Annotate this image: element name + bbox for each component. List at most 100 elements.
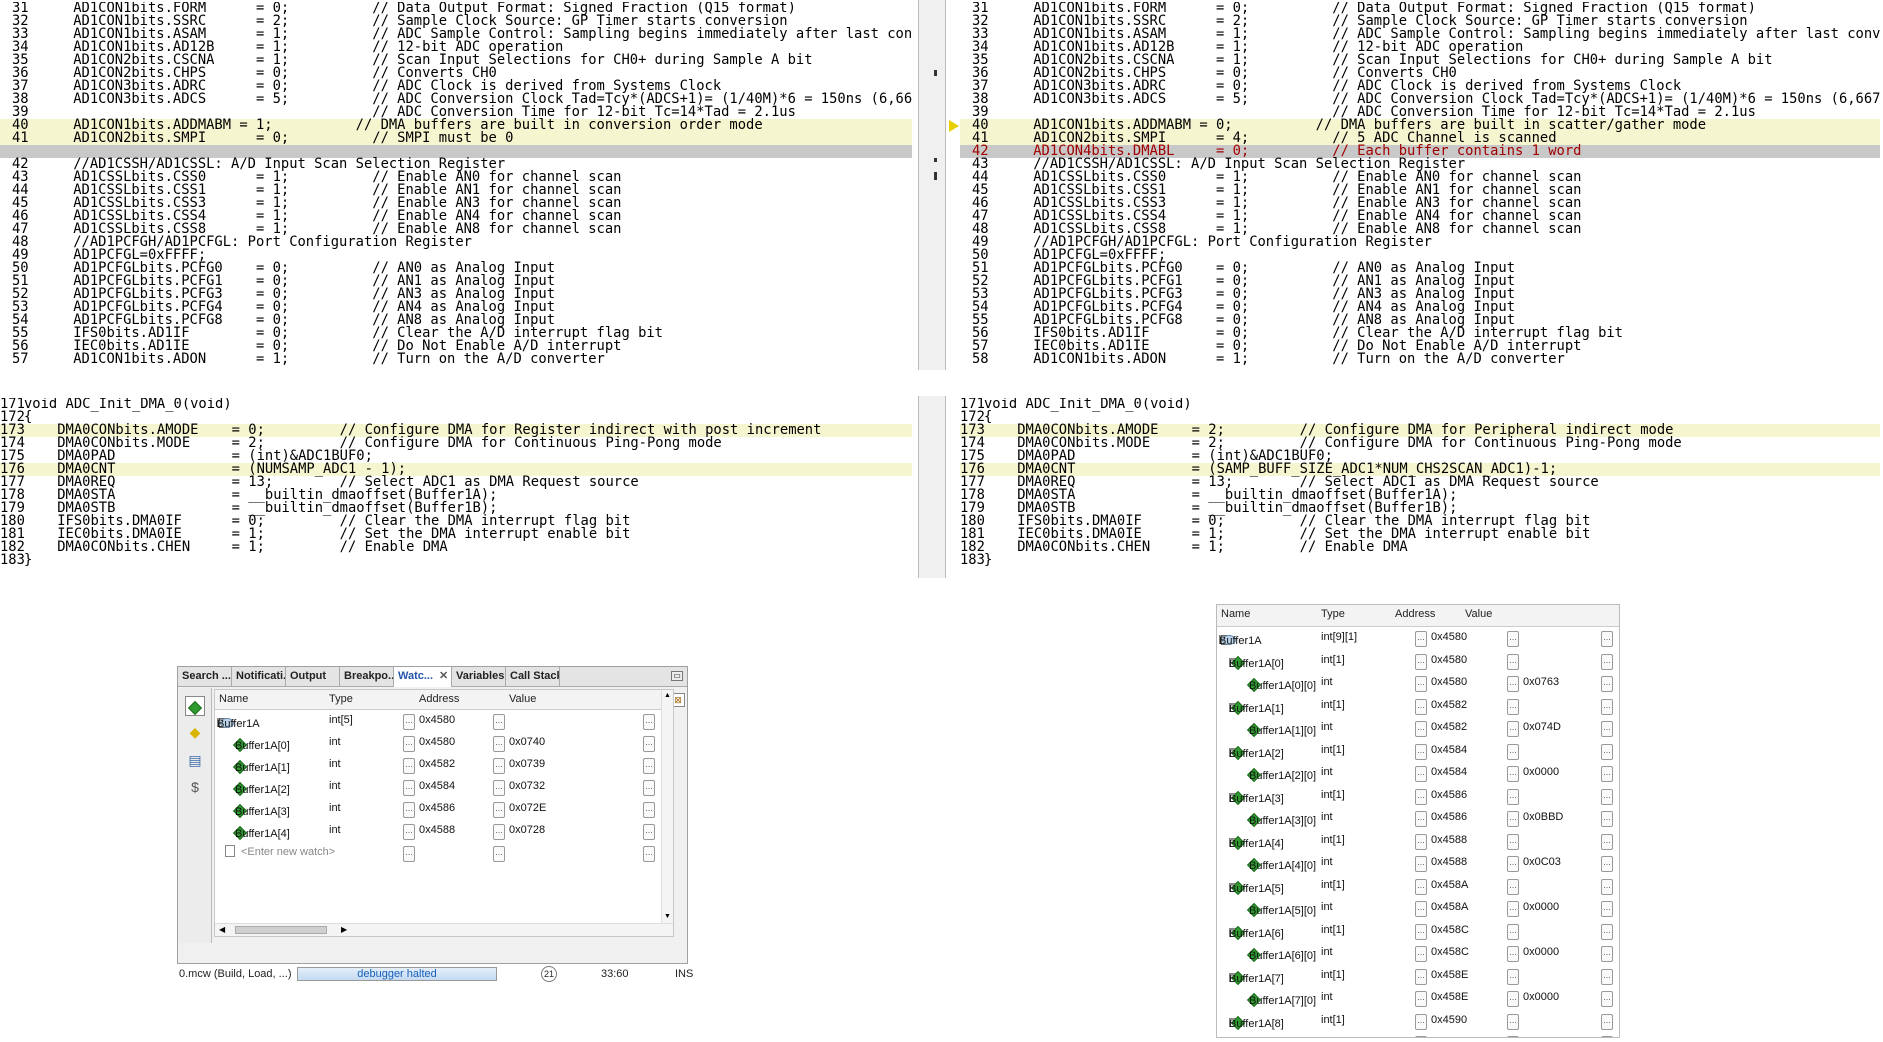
ellipsis-button[interactable]: … <box>1507 766 1519 782</box>
watch-row[interactable]: −Buffer1A[2]int[1]…0x4584…… <box>1217 740 1619 763</box>
ellipsis-button[interactable]: … <box>1415 721 1427 737</box>
watch-value[interactable]: 0x0739 <box>509 758 545 770</box>
ellipsis-button[interactable]: … <box>1415 856 1427 872</box>
ellipsis-button[interactable]: … <box>403 736 415 752</box>
ellipsis-button[interactable]: … <box>1507 878 1519 895</box>
ellipsis-button[interactable]: … <box>1601 991 1613 1007</box>
watch-row[interactable]: −Buffer1A[5]int[1]…0x458A…… <box>1217 875 1619 898</box>
ellipsis-button[interactable]: … <box>403 758 415 774</box>
ellipsis-button[interactable]: … <box>1601 653 1613 670</box>
scroll-thumb[interactable] <box>235 926 327 934</box>
ellipsis-button[interactable]: … <box>1415 698 1427 715</box>
scroll-up-icon[interactable]: ▲ <box>664 692 671 699</box>
watch-row[interactable]: Buffer1A[2][0] int… 0x4584… 0x0000… <box>1217 762 1619 785</box>
right-code-top[interactable]: 31 AD1CON1bits.FORM = 0; // Data Output … <box>960 2 1880 370</box>
ellipsis-button[interactable]: … <box>1415 968 1427 985</box>
tab-variables[interactable]: Variables <box>452 667 506 687</box>
ellipsis-button[interactable]: … <box>1507 991 1519 1007</box>
ellipsis-button[interactable]: … <box>1415 788 1427 805</box>
watch-row[interactable]: −Buffer1A[3]int[1]…0x4586…… <box>1217 785 1619 808</box>
scroll-right-icon[interactable]: ▶ <box>341 925 347 934</box>
column-header-value[interactable]: Value <box>509 693 536 705</box>
watch-value[interactable]: 0x0BBD <box>1523 811 1563 823</box>
dollar-icon[interactable]: $ <box>185 777 205 797</box>
vertical-scrollbar[interactable]: ▲ ▼ <box>661 690 673 936</box>
minimize-button[interactable]: ▭ <box>671 671 683 681</box>
watch-row[interactable]: Buffer1A[7][0] int… 0x458E… 0x0000… <box>1217 987 1619 1010</box>
ellipsis-button[interactable]: … <box>1507 946 1519 962</box>
watch-row[interactable]: Buffer1A[8][0]int…0x4590…0x073C… <box>1217 1032 1619 1037</box>
watch-value[interactable]: 0x0C03 <box>1523 856 1561 868</box>
ellipsis-button[interactable]: … <box>1415 743 1427 760</box>
new-watch-icon[interactable] <box>185 696 205 716</box>
new-watch-placeholder[interactable]: <Enter new watch> <box>241 846 335 858</box>
ellipsis-button[interactable]: … <box>493 824 505 840</box>
tab-notificati[interactable]: Notificati... <box>232 667 286 687</box>
ellipsis-button[interactable]: … <box>1601 1013 1613 1030</box>
ellipsis-button[interactable]: … <box>1415 946 1427 962</box>
tab-output[interactable]: Output <box>286 667 340 687</box>
ellipsis-button[interactable]: … <box>1601 766 1613 782</box>
watch-row[interactable]: Buffer1A[3] int… 0x4586… 0x072E… <box>215 798 673 820</box>
watch-row[interactable]: −Buffer1A[8]int[1]…0x4590…… <box>1217 1010 1619 1033</box>
ellipsis-button[interactable]: … <box>1601 833 1613 850</box>
ellipsis-button[interactable]: … <box>1507 901 1519 917</box>
ellipsis-button[interactable]: … <box>1415 766 1427 782</box>
ellipsis-button[interactable]: … <box>1415 878 1427 895</box>
watch-value[interactable]: 0x0000 <box>1523 946 1559 958</box>
diff-splitter-top[interactable] <box>918 0 946 370</box>
watch-value[interactable]: 0x0732 <box>509 780 545 792</box>
tab-search[interactable]: Search ... <box>178 667 232 687</box>
ellipsis-button[interactable]: … <box>1507 856 1519 872</box>
ellipsis-button[interactable]: … <box>1601 743 1613 760</box>
ellipsis-button[interactable]: … <box>1507 788 1519 805</box>
ellipsis-button[interactable]: … <box>1415 631 1427 647</box>
column-header-name[interactable]: Name <box>219 693 248 705</box>
ellipsis-button[interactable]: … <box>1601 698 1613 715</box>
ellipsis-button[interactable]: … <box>403 802 415 818</box>
ellipsis-button[interactable]: … <box>1415 1036 1427 1037</box>
ellipsis-button[interactable]: … <box>1415 1013 1427 1030</box>
watch-value[interactable]: 0x074D <box>1523 721 1561 733</box>
watch-row[interactable]: −Buffer1A[6]int[1]…0x458C…… <box>1217 920 1619 943</box>
ellipsis-button[interactable]: … <box>1415 653 1427 670</box>
ellipsis-button[interactable]: … <box>1415 991 1427 1007</box>
ellipsis-button[interactable]: … <box>1415 901 1427 917</box>
ellipsis-button[interactable]: … <box>643 714 655 730</box>
column-header-address[interactable]: Address <box>419 693 459 705</box>
ellipsis-button[interactable]: … <box>1601 1036 1613 1037</box>
ellipsis-button[interactable]: … <box>1601 968 1613 985</box>
ellipsis-button[interactable]: … <box>1601 811 1613 827</box>
ellipsis-button[interactable]: … <box>1507 631 1519 647</box>
memory-icon[interactable]: ▤ <box>185 750 205 770</box>
notification-badge[interactable]: 21 <box>541 966 557 982</box>
right-code-bottom[interactable]: 171void ADC_Init_DMA_0(void) 172{173 DMA0… <box>960 398 1880 578</box>
watch-row[interactable]: Buffer1A[0][0] int… 0x4580… 0x0763… <box>1217 672 1619 695</box>
watch-value[interactable]: 0x072E <box>509 802 546 814</box>
ellipsis-button[interactable]: … <box>643 802 655 818</box>
watch-value[interactable]: 0x0740 <box>509 736 545 748</box>
ellipsis-button[interactable]: … <box>403 846 415 862</box>
ellipsis-button[interactable]: … <box>1415 923 1427 940</box>
ellipsis-button[interactable]: … <box>1507 811 1519 827</box>
ellipsis-button[interactable]: … <box>1507 653 1519 670</box>
ellipsis-button[interactable]: … <box>1507 833 1519 850</box>
tab-watc[interactable]: Watc... ✕ <box>394 667 452 687</box>
ellipsis-button[interactable]: … <box>1601 946 1613 962</box>
ellipsis-button[interactable]: … <box>1507 1013 1519 1030</box>
ellipsis-button[interactable]: … <box>493 758 505 774</box>
ellipsis-button[interactable]: … <box>493 846 505 862</box>
close-icon[interactable]: ✕ <box>439 670 448 682</box>
horizontal-scrollbar[interactable]: ◀ ▶ <box>215 923 673 936</box>
tab-callstack[interactable]: Call Stack <box>506 667 560 687</box>
watch-value[interactable]: 0x0728 <box>509 824 545 836</box>
ellipsis-button[interactable]: … <box>1507 1036 1519 1037</box>
ellipsis-button[interactable]: … <box>1507 923 1519 940</box>
watch-row[interactable]: Buffer1A[4] int… 0x4588… 0x0728… <box>215 820 673 842</box>
watch-row[interactable]: Buffer1A[6][0] int… 0x458C… 0x0000… <box>1217 942 1619 965</box>
ellipsis-button[interactable]: … <box>643 736 655 752</box>
watch-row[interactable]: Buffer1A[3][0] int… 0x4586… 0x0BBD… <box>1217 807 1619 830</box>
watch-row[interactable]: Buffer1A[1][0] int… 0x4582… 0x074D… <box>1217 717 1619 740</box>
ellipsis-button[interactable]: … <box>493 802 505 818</box>
watch-value[interactable]: 0x0000 <box>1523 901 1559 913</box>
